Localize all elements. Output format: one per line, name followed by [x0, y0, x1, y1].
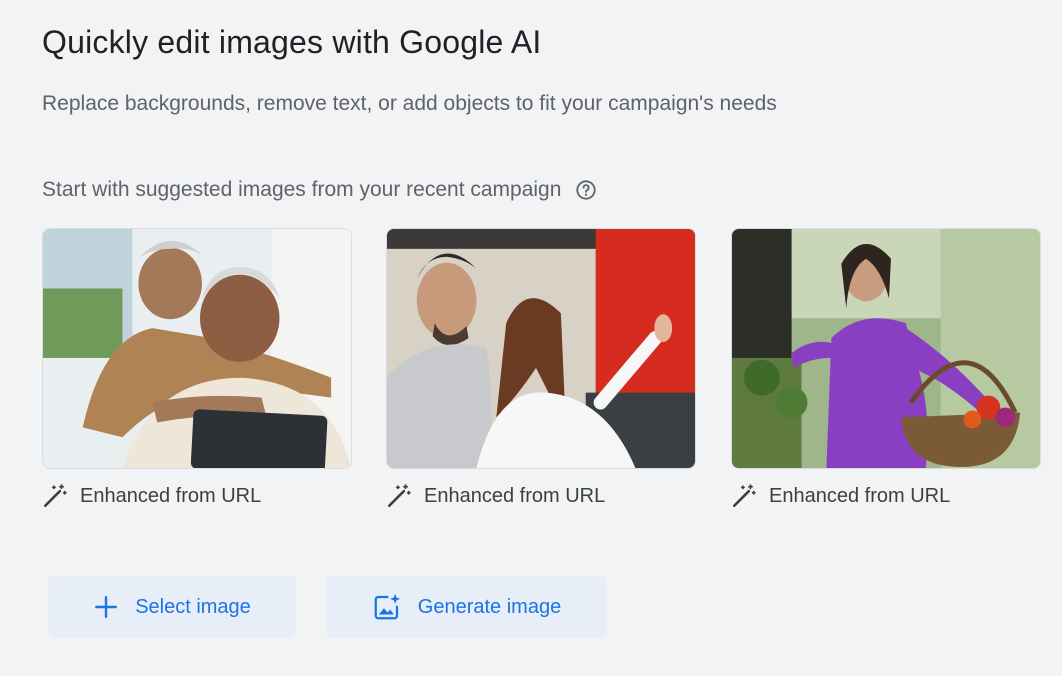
caption-text: Enhanced from URL [80, 484, 262, 507]
caption-text: Enhanced from URL [769, 484, 951, 507]
magic-wand-icon [387, 484, 411, 508]
suggested-image-caption-2: Enhanced from URL [386, 483, 696, 509]
suggested-images-label-text: Start with suggested images from your re… [42, 178, 562, 201]
magic-wand-icon [732, 484, 756, 508]
suggested-image-caption-1: Enhanced from URL [42, 483, 352, 509]
select-image-button[interactable]: Select image [48, 576, 296, 638]
suggested-image-card-2[interactable]: Enhanced from URL [386, 228, 696, 509]
suggested-images-label: Start with suggested images from your re… [42, 178, 597, 202]
help-circle-icon[interactable] [575, 179, 597, 201]
suggested-image-2[interactable] [386, 228, 696, 469]
plus-icon [95, 596, 118, 618]
suggested-image-3[interactable] [731, 228, 1041, 469]
suggested-images-grid: Enhanced from URL Enhanced from URL Enha… [42, 228, 1042, 518]
caption-text: Enhanced from URL [424, 484, 606, 507]
suggested-image-card-1[interactable]: Enhanced from URL [42, 228, 352, 509]
magic-wand-icon [43, 484, 67, 508]
page-subtitle: Replace backgrounds, remove text, or add… [42, 92, 777, 115]
select-image-label: Select image [135, 595, 251, 618]
generate-image-label: Generate image [417, 595, 562, 618]
generate-image-button[interactable]: Generate image [326, 576, 607, 638]
suggested-image-1[interactable] [42, 228, 352, 469]
suggested-image-caption-3: Enhanced from URL [731, 483, 1041, 509]
page-title: Quickly edit images with Google AI [42, 24, 542, 60]
image-sparkle-icon [374, 593, 400, 620]
suggested-image-card-3[interactable]: Enhanced from URL [731, 228, 1041, 509]
